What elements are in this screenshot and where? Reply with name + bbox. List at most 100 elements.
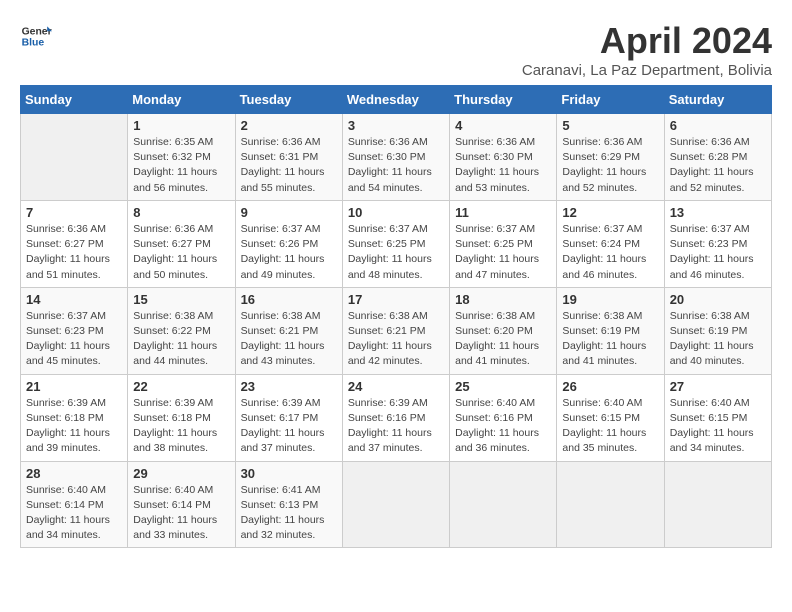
weekday-header-sunday: Sunday [21, 86, 128, 114]
month-title: April 2024 [522, 20, 772, 62]
calendar-cell: 13 Sunrise: 6:37 AMSunset: 6:23 PMDayligh… [664, 200, 771, 287]
weekday-header-row: SundayMondayTuesdayWednesdayThursdayFrid… [21, 86, 772, 114]
day-info: Sunrise: 6:38 AMSunset: 6:20 PMDaylight:… [455, 309, 551, 370]
day-info: Sunrise: 6:37 AMSunset: 6:23 PMDaylight:… [670, 222, 766, 283]
day-info: Sunrise: 6:40 AMSunset: 6:14 PMDaylight:… [133, 483, 229, 544]
calendar-cell: 9 Sunrise: 6:37 AMSunset: 6:26 PMDaylight… [235, 200, 342, 287]
weekday-header-monday: Monday [128, 86, 235, 114]
day-number: 4 [455, 118, 551, 133]
calendar-cell: 5 Sunrise: 6:36 AMSunset: 6:29 PMDaylight… [557, 114, 664, 201]
weekday-header-tuesday: Tuesday [235, 86, 342, 114]
calendar-cell: 28 Sunrise: 6:40 AMSunset: 6:14 PMDayligh… [21, 461, 128, 548]
day-info: Sunrise: 6:37 AMSunset: 6:25 PMDaylight:… [455, 222, 551, 283]
day-number: 23 [241, 379, 337, 394]
day-info: Sunrise: 6:38 AMSunset: 6:21 PMDaylight:… [348, 309, 444, 370]
logo: General Blue [20, 20, 52, 52]
calendar-cell [342, 461, 449, 548]
general-blue-logo-icon: General Blue [20, 20, 52, 52]
calendar-week-row: 21 Sunrise: 6:39 AMSunset: 6:18 PMDayligh… [21, 374, 772, 461]
calendar-week-row: 1 Sunrise: 6:35 AMSunset: 6:32 PMDaylight… [21, 114, 772, 201]
day-number: 1 [133, 118, 229, 133]
day-number: 28 [26, 466, 122, 481]
day-number: 5 [562, 118, 658, 133]
calendar-cell: 20 Sunrise: 6:38 AMSunset: 6:19 PMDayligh… [664, 287, 771, 374]
title-block: April 2024 Caranavi, La Paz Department, … [522, 20, 772, 79]
day-info: Sunrise: 6:36 AMSunset: 6:31 PMDaylight:… [241, 135, 337, 196]
day-info: Sunrise: 6:38 AMSunset: 6:22 PMDaylight:… [133, 309, 229, 370]
calendar-week-row: 28 Sunrise: 6:40 AMSunset: 6:14 PMDayligh… [21, 461, 772, 548]
weekday-header-friday: Friday [557, 86, 664, 114]
day-info: Sunrise: 6:37 AMSunset: 6:25 PMDaylight:… [348, 222, 444, 283]
calendar-cell: 22 Sunrise: 6:39 AMSunset: 6:18 PMDayligh… [128, 374, 235, 461]
day-info: Sunrise: 6:40 AMSunset: 6:16 PMDaylight:… [455, 396, 551, 457]
day-info: Sunrise: 6:37 AMSunset: 6:26 PMDaylight:… [241, 222, 337, 283]
weekday-header-wednesday: Wednesday [342, 86, 449, 114]
day-number: 16 [241, 292, 337, 307]
calendar-cell: 3 Sunrise: 6:36 AMSunset: 6:30 PMDaylight… [342, 114, 449, 201]
calendar-cell: 8 Sunrise: 6:36 AMSunset: 6:27 PMDaylight… [128, 200, 235, 287]
day-number: 27 [670, 379, 766, 394]
day-info: Sunrise: 6:39 AMSunset: 6:18 PMDaylight:… [133, 396, 229, 457]
calendar-week-row: 7 Sunrise: 6:36 AMSunset: 6:27 PMDaylight… [21, 200, 772, 287]
day-info: Sunrise: 6:36 AMSunset: 6:30 PMDaylight:… [348, 135, 444, 196]
calendar-cell [557, 461, 664, 548]
calendar-cell [450, 461, 557, 548]
day-number: 2 [241, 118, 337, 133]
day-number: 20 [670, 292, 766, 307]
weekday-header-thursday: Thursday [450, 86, 557, 114]
calendar-cell: 14 Sunrise: 6:37 AMSunset: 6:23 PMDayligh… [21, 287, 128, 374]
day-info: Sunrise: 6:38 AMSunset: 6:19 PMDaylight:… [670, 309, 766, 370]
day-number: 17 [348, 292, 444, 307]
day-number: 14 [26, 292, 122, 307]
day-number: 19 [562, 292, 658, 307]
day-number: 8 [133, 205, 229, 220]
calendar-cell [664, 461, 771, 548]
day-info: Sunrise: 6:41 AMSunset: 6:13 PMDaylight:… [241, 483, 337, 544]
calendar-cell: 23Sunrise: 6:39 AMSunset: 6:17 PMDayligh… [235, 374, 342, 461]
calendar-cell: 27 Sunrise: 6:40 AMSunset: 6:15 PMDayligh… [664, 374, 771, 461]
day-number: 13 [670, 205, 766, 220]
day-info: Sunrise: 6:40 AMSunset: 6:14 PMDaylight:… [26, 483, 122, 544]
calendar-cell: 16 Sunrise: 6:38 AMSunset: 6:21 PMDayligh… [235, 287, 342, 374]
day-number: 15 [133, 292, 229, 307]
day-info: Sunrise: 6:36 AMSunset: 6:29 PMDaylight:… [562, 135, 658, 196]
day-number: 7 [26, 205, 122, 220]
day-info: Sunrise: 6:36 AMSunset: 6:27 PMDaylight:… [133, 222, 229, 283]
day-number: 11 [455, 205, 551, 220]
day-info: Sunrise: 6:38 AMSunset: 6:21 PMDaylight:… [241, 309, 337, 370]
day-number: 18 [455, 292, 551, 307]
page-header: General Blue April 2024 Caranavi, La Paz… [20, 20, 772, 79]
day-info: Sunrise: 6:35 AMSunset: 6:32 PMDaylight:… [133, 135, 229, 196]
day-info: Sunrise: 6:39 AMSunset: 6:18 PMDaylight:… [26, 396, 122, 457]
calendar-cell: 26Sunrise: 6:40 AMSunset: 6:15 PMDayligh… [557, 374, 664, 461]
day-number: 9 [241, 205, 337, 220]
day-info: Sunrise: 6:40 AMSunset: 6:15 PMDaylight:… [562, 396, 658, 457]
calendar-cell: 29Sunrise: 6:40 AMSunset: 6:14 PMDayligh… [128, 461, 235, 548]
day-info: Sunrise: 6:38 AMSunset: 6:19 PMDaylight:… [562, 309, 658, 370]
day-number: 30 [241, 466, 337, 481]
calendar-cell: 24 Sunrise: 6:39 AMSunset: 6:16 PMDayligh… [342, 374, 449, 461]
day-info: Sunrise: 6:37 AMSunset: 6:23 PMDaylight:… [26, 309, 122, 370]
day-info: Sunrise: 6:40 AMSunset: 6:15 PMDaylight:… [670, 396, 766, 457]
day-number: 21 [26, 379, 122, 394]
day-info: Sunrise: 6:36 AMSunset: 6:27 PMDaylight:… [26, 222, 122, 283]
day-number: 12 [562, 205, 658, 220]
calendar-cell: 1 Sunrise: 6:35 AMSunset: 6:32 PMDaylight… [128, 114, 235, 201]
day-number: 22 [133, 379, 229, 394]
day-info: Sunrise: 6:36 AMSunset: 6:30 PMDaylight:… [455, 135, 551, 196]
calendar-cell: 11 Sunrise: 6:37 AMSunset: 6:25 PMDayligh… [450, 200, 557, 287]
calendar-cell: 7 Sunrise: 6:36 AMSunset: 6:27 PMDaylight… [21, 200, 128, 287]
calendar-cell: 19 Sunrise: 6:38 AMSunset: 6:19 PMDayligh… [557, 287, 664, 374]
weekday-header-saturday: Saturday [664, 86, 771, 114]
calendar-table: SundayMondayTuesdayWednesdayThursdayFrid… [20, 85, 772, 548]
day-info: Sunrise: 6:36 AMSunset: 6:28 PMDaylight:… [670, 135, 766, 196]
location-subtitle: Caranavi, La Paz Department, Bolivia [522, 62, 772, 79]
day-info: Sunrise: 6:39 AMSunset: 6:16 PMDaylight:… [348, 396, 444, 457]
calendar-cell: 12Sunrise: 6:37 AMSunset: 6:24 PMDayligh… [557, 200, 664, 287]
calendar-cell: 10Sunrise: 6:37 AMSunset: 6:25 PMDayligh… [342, 200, 449, 287]
day-number: 24 [348, 379, 444, 394]
day-number: 3 [348, 118, 444, 133]
calendar-week-row: 14 Sunrise: 6:37 AMSunset: 6:23 PMDayligh… [21, 287, 772, 374]
calendar-cell [21, 114, 128, 201]
calendar-cell: 15 Sunrise: 6:38 AMSunset: 6:22 PMDayligh… [128, 287, 235, 374]
